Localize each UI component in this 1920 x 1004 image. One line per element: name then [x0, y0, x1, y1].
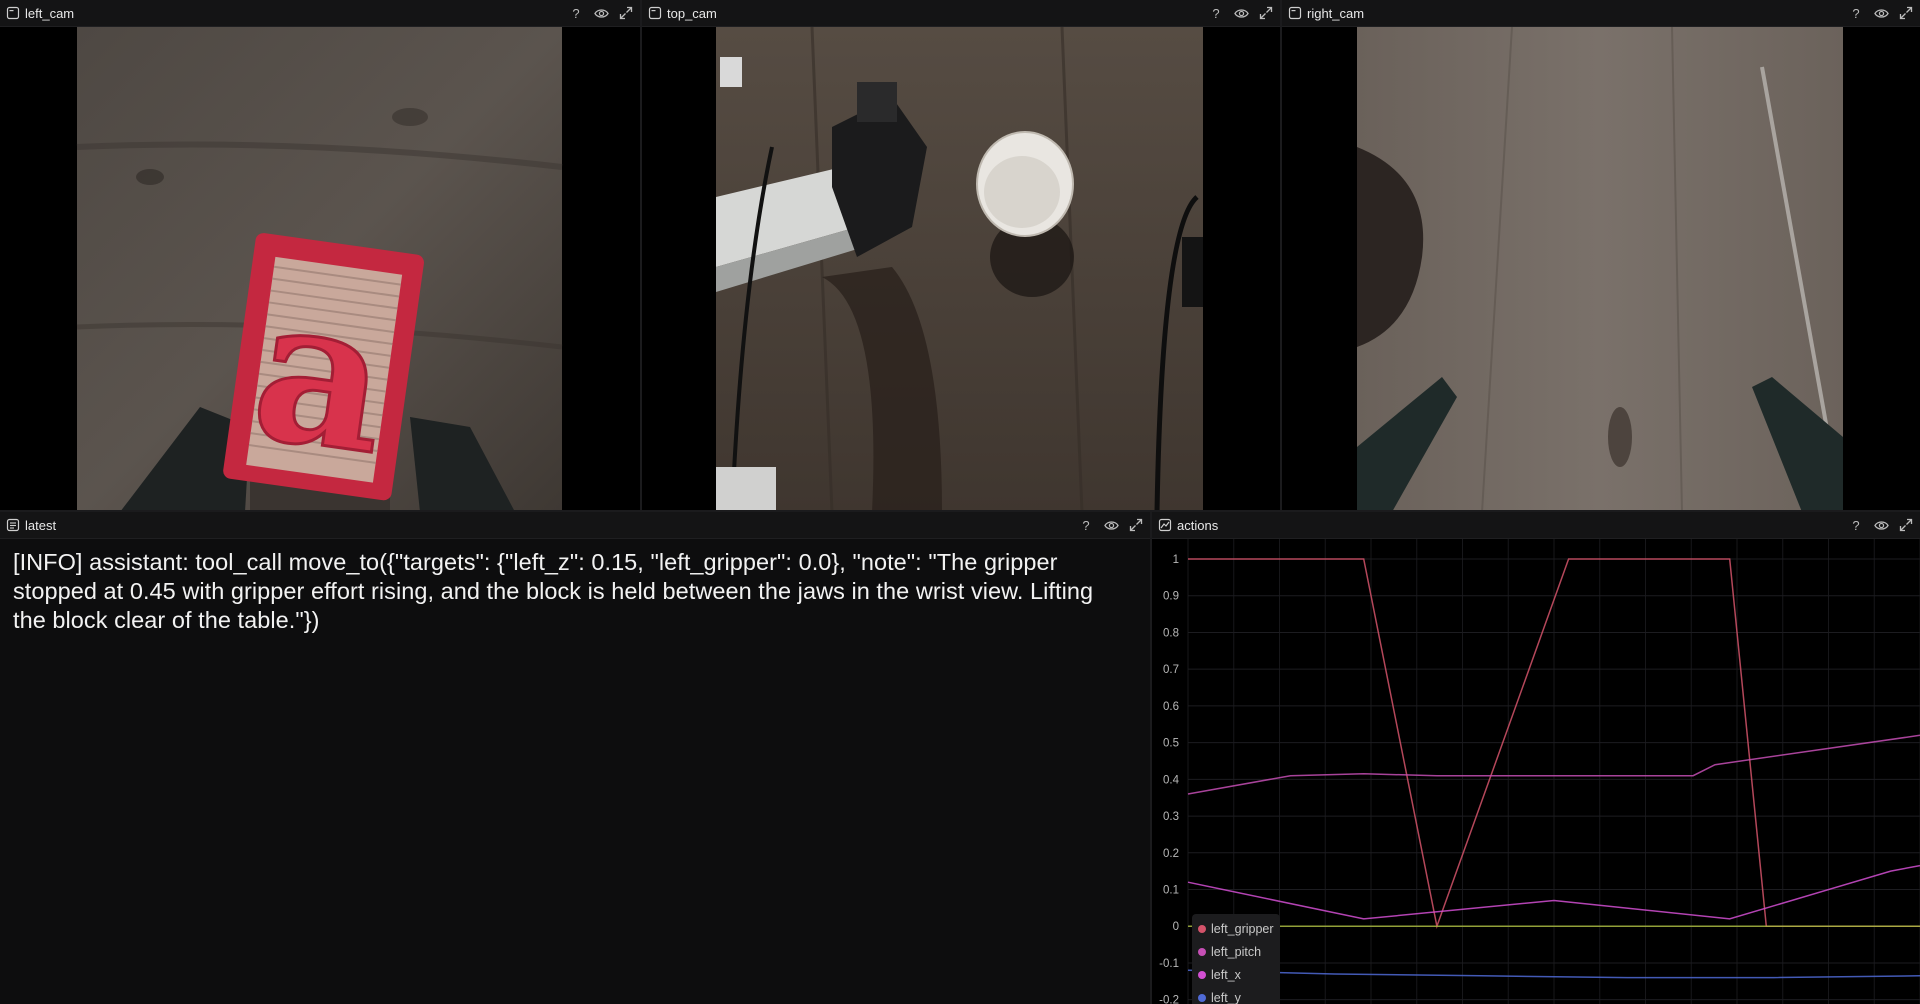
- left-cam-panel: left_cam ? a: [0, 0, 640, 512]
- help-icon[interactable]: ?: [568, 5, 584, 21]
- right-cam-view: [1282, 26, 1920, 512]
- image-view-icon: [1288, 6, 1302, 20]
- legend-dot: [1198, 993, 1206, 1002]
- expand-icon[interactable]: [618, 5, 634, 21]
- eye-icon[interactable]: [1873, 5, 1889, 21]
- y-tick-label: 0.1: [1163, 885, 1179, 897]
- chart-legend[interactable]: left_gripperleft_pitchleft_xleft_yleft_z: [1192, 914, 1280, 1004]
- legend-item-left-gripper[interactable]: left_gripper: [1198, 917, 1274, 940]
- log-message: [INFO] assistant: tool_call move_to({"ta…: [13, 549, 1094, 633]
- left-cam-title: left_cam: [25, 5, 75, 21]
- right-cam-image: [1282, 26, 1920, 512]
- legend-dot: [1198, 970, 1206, 979]
- expand-icon[interactable]: [1898, 5, 1914, 21]
- y-tick-label: 0.7: [1163, 664, 1179, 676]
- legend-item-left-y[interactable]: left_y: [1198, 986, 1274, 1004]
- legend-label: left_pitch: [1211, 944, 1262, 959]
- legend-dot: [1198, 947, 1206, 956]
- top-cam-title: top_cam: [667, 5, 717, 21]
- expand-icon[interactable]: [1258, 5, 1274, 21]
- y-tick-label: 1: [1173, 554, 1179, 566]
- y-tick-label: -0.1: [1159, 958, 1179, 970]
- left-cam-image: a: [0, 27, 640, 512]
- actions-panel: actions ? 1 0.9 0.8 0.7 0.6 0.5 0.4 0.3 0.2 0.1 0 -…: [1152, 512, 1920, 1004]
- latest-header: latest ?: [0, 512, 1150, 539]
- actions-title: actions: [1177, 517, 1219, 533]
- right-cam-panel: right_cam ?: [1282, 0, 1920, 512]
- actions-header: actions ?: [1152, 512, 1920, 539]
- eye-icon[interactable]: [593, 5, 609, 21]
- image-view-icon: [648, 6, 662, 20]
- y-tick-label: -0.2: [1159, 995, 1179, 1004]
- eye-icon[interactable]: [1103, 517, 1119, 533]
- top-cam-image: [642, 26, 1280, 512]
- legend-item-left-x[interactable]: left_x: [1198, 963, 1274, 986]
- left-cam-view: a: [0, 27, 640, 512]
- eye-icon[interactable]: [1873, 517, 1889, 533]
- legend-dot: [1198, 924, 1206, 933]
- top-cam-view: [642, 26, 1280, 512]
- actions-chart-area[interactable]: 1 0.9 0.8 0.7 0.6 0.5 0.4 0.3 0.2 0.1 0 -0.1 -0.2 le…: [1152, 539, 1920, 1004]
- help-icon[interactable]: ?: [1078, 517, 1094, 533]
- y-tick-label: 0.4: [1163, 774, 1180, 786]
- help-icon[interactable]: ?: [1208, 5, 1224, 21]
- y-tick-label: 0: [1173, 921, 1179, 933]
- legend-item-left-pitch[interactable]: left_pitch: [1198, 940, 1274, 963]
- legend-label: left_x: [1211, 967, 1241, 982]
- legend-label: left_gripper: [1211, 921, 1274, 936]
- y-tick-label: 0.9: [1163, 591, 1179, 603]
- right-cam-title: right_cam: [1307, 5, 1365, 21]
- y-tick-label: 0.6: [1163, 701, 1179, 713]
- text-log-icon: [6, 518, 20, 532]
- eye-icon[interactable]: [1233, 5, 1249, 21]
- expand-icon[interactable]: [1128, 517, 1144, 533]
- help-icon[interactable]: ?: [1848, 5, 1864, 21]
- timeseries-icon: [1158, 518, 1172, 532]
- latest-panel: latest ? [INFO] assistant: tool_call mov…: [0, 512, 1150, 1004]
- right-cam-header: right_cam ?: [1282, 0, 1920, 27]
- y-tick-label: 0.8: [1163, 627, 1179, 639]
- top-cam-panel: top_cam ?: [642, 0, 1280, 512]
- help-icon[interactable]: ?: [1848, 517, 1864, 533]
- left-cam-header: left_cam ?: [0, 0, 640, 27]
- expand-icon[interactable]: [1898, 517, 1914, 533]
- legend-label: left_y: [1211, 990, 1241, 1004]
- y-tick-label: 0.3: [1163, 811, 1179, 823]
- image-view-icon: [6, 6, 20, 20]
- top-cam-header: top_cam ?: [642, 0, 1280, 27]
- latest-title: latest: [25, 517, 57, 533]
- y-tick-label: 0.5: [1163, 738, 1179, 750]
- y-tick-label: 0.2: [1163, 848, 1179, 860]
